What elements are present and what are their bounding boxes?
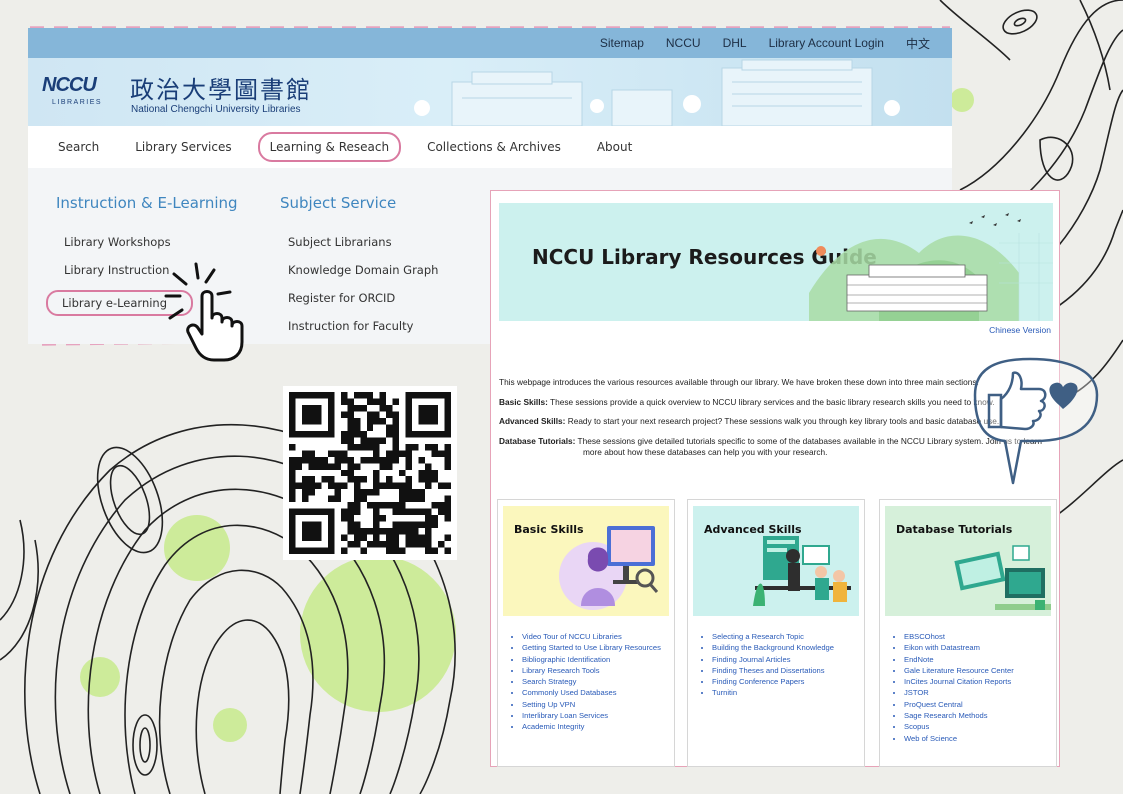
card-advanced-skills: Advanced Skills Selecting a Research Top…	[687, 499, 865, 767]
nav-about[interactable]: About	[587, 134, 642, 160]
guide-banner: NCCU Library Resources Guide	[499, 203, 1053, 321]
link-video-tour[interactable]: Video Tour of NCCU Libraries	[522, 631, 661, 642]
card-database-tutorials: Database Tutorials EBSCOhost Eikon with …	[879, 499, 1057, 767]
card-basic-skills: Basic Skills Video Tour of NCCU Librarie…	[497, 499, 675, 767]
link-getting-started[interactable]: Getting Started to Use Library Resources	[522, 642, 661, 653]
card-title-advanced: Advanced Skills	[704, 523, 802, 536]
link-endnote[interactable]: EndNote	[904, 654, 1014, 665]
link-conference-papers[interactable]: Finding Conference Papers	[712, 676, 834, 687]
top-utility-nav: Sitemap NCCU DHL Library Account Login 中…	[28, 28, 952, 58]
topnav-dhl[interactable]: DHL	[723, 36, 747, 50]
card-image-advanced: Advanced Skills	[693, 506, 859, 616]
link-commonly-used-databases[interactable]: Commonly Used Databases	[522, 687, 661, 698]
thumbs-up-heart-icon	[973, 357, 1099, 485]
link-library-research-tools[interactable]: Library Research Tools	[522, 665, 661, 676]
link-library-workshops[interactable]: Library Workshops	[64, 234, 238, 262]
main-nav: Search Library Services Learning & Resea…	[28, 126, 952, 168]
nav-library-services[interactable]: Library Services	[125, 134, 241, 160]
link-gale[interactable]: Gale Literature Resource Center	[904, 665, 1014, 676]
link-search-strategy[interactable]: Search Strategy	[522, 676, 661, 687]
link-interlibrary-loan[interactable]: Interlibrary Loan Services	[522, 710, 661, 721]
link-jstor[interactable]: JSTOR	[904, 687, 1014, 698]
link-selecting-topic[interactable]: Selecting a Research Topic	[712, 631, 834, 642]
topnav-nccu[interactable]: NCCU	[666, 36, 701, 50]
card-image-basic: Basic Skills	[503, 506, 669, 616]
logo-chinese-name: 政治大學圖書館	[130, 76, 312, 104]
link-background-knowledge[interactable]: Building the Background Knowledge	[712, 642, 834, 653]
topnav-account-login[interactable]: Library Account Login	[769, 36, 884, 50]
nav-search[interactable]: Search	[58, 134, 109, 160]
logo-english-name: National Chengchi University Libraries	[131, 104, 301, 115]
card-title-database: Database Tutorials	[896, 523, 1013, 536]
chinese-version-link[interactable]: Chinese Version	[989, 325, 1051, 335]
link-scopus[interactable]: Scopus	[904, 721, 1014, 732]
link-register-orcid[interactable]: Register for ORCID	[288, 290, 438, 318]
card-image-database: Database Tutorials	[885, 506, 1051, 616]
card-title-basic: Basic Skills	[514, 523, 584, 536]
link-eikon[interactable]: Eikon with Datastream	[904, 642, 1014, 653]
dropdown-heading-instruction: Instruction & E-Learning	[56, 194, 238, 212]
nccu-logo[interactable]: NCCU LIBRARIES	[42, 72, 118, 112]
logo-mark-text: NCCU	[42, 74, 97, 96]
link-proquest[interactable]: ProQuest Central	[904, 699, 1014, 710]
nav-collections-archives[interactable]: Collections & Archives	[417, 134, 571, 160]
library-building-illustration	[809, 213, 1053, 321]
dropdown-col-subject: Subject Service Subject Librarians Knowl…	[280, 194, 438, 346]
nav-learning-research[interactable]: Learning & Reseach	[257, 132, 402, 162]
qr-code-image	[289, 392, 451, 554]
link-journal-articles[interactable]: Finding Journal Articles	[712, 654, 834, 665]
link-subject-librarians[interactable]: Subject Librarians	[288, 234, 438, 262]
campus-building-illustration	[414, 59, 900, 126]
link-instruction-faculty[interactable]: Instruction for Faculty	[288, 318, 438, 346]
advanced-skills-list: Selecting a Research Topic Building the …	[712, 631, 834, 699]
topnav-sitemap[interactable]: Sitemap	[600, 36, 644, 50]
link-web-of-science[interactable]: Web of Science	[904, 733, 1014, 744]
link-theses-dissertations[interactable]: Finding Theses and Dissertations	[712, 665, 834, 676]
link-incites[interactable]: InCites Journal Citation Reports	[904, 676, 1014, 687]
qr-code[interactable]	[283, 386, 457, 560]
dropdown-heading-subject: Subject Service	[280, 194, 397, 212]
basic-skills-list: Video Tour of NCCU Libraries Getting Sta…	[522, 631, 661, 733]
database-tutorials-list: EBSCOhost Eikon with Datastream EndNote …	[904, 631, 1014, 744]
link-setting-up-vpn[interactable]: Setting Up VPN	[522, 699, 661, 710]
link-ebscohost[interactable]: EBSCOhost	[904, 631, 1014, 642]
link-turnitin[interactable]: Turnitin	[712, 687, 834, 698]
link-bibliographic-identification[interactable]: Bibliographic Identification	[522, 654, 661, 665]
hand-pointer-icon	[164, 262, 244, 362]
topnav-chinese[interactable]: 中文	[906, 35, 930, 52]
link-sage[interactable]: Sage Research Methods	[904, 710, 1014, 721]
logo-sub-text: LIBRARIES	[52, 99, 103, 106]
site-banner: NCCU LIBRARIES 政治大學圖書館 National Chengchi…	[28, 58, 952, 126]
link-knowledge-domain-graph[interactable]: Knowledge Domain Graph	[288, 262, 438, 290]
link-academic-integrity[interactable]: Academic Integrity	[522, 721, 661, 732]
